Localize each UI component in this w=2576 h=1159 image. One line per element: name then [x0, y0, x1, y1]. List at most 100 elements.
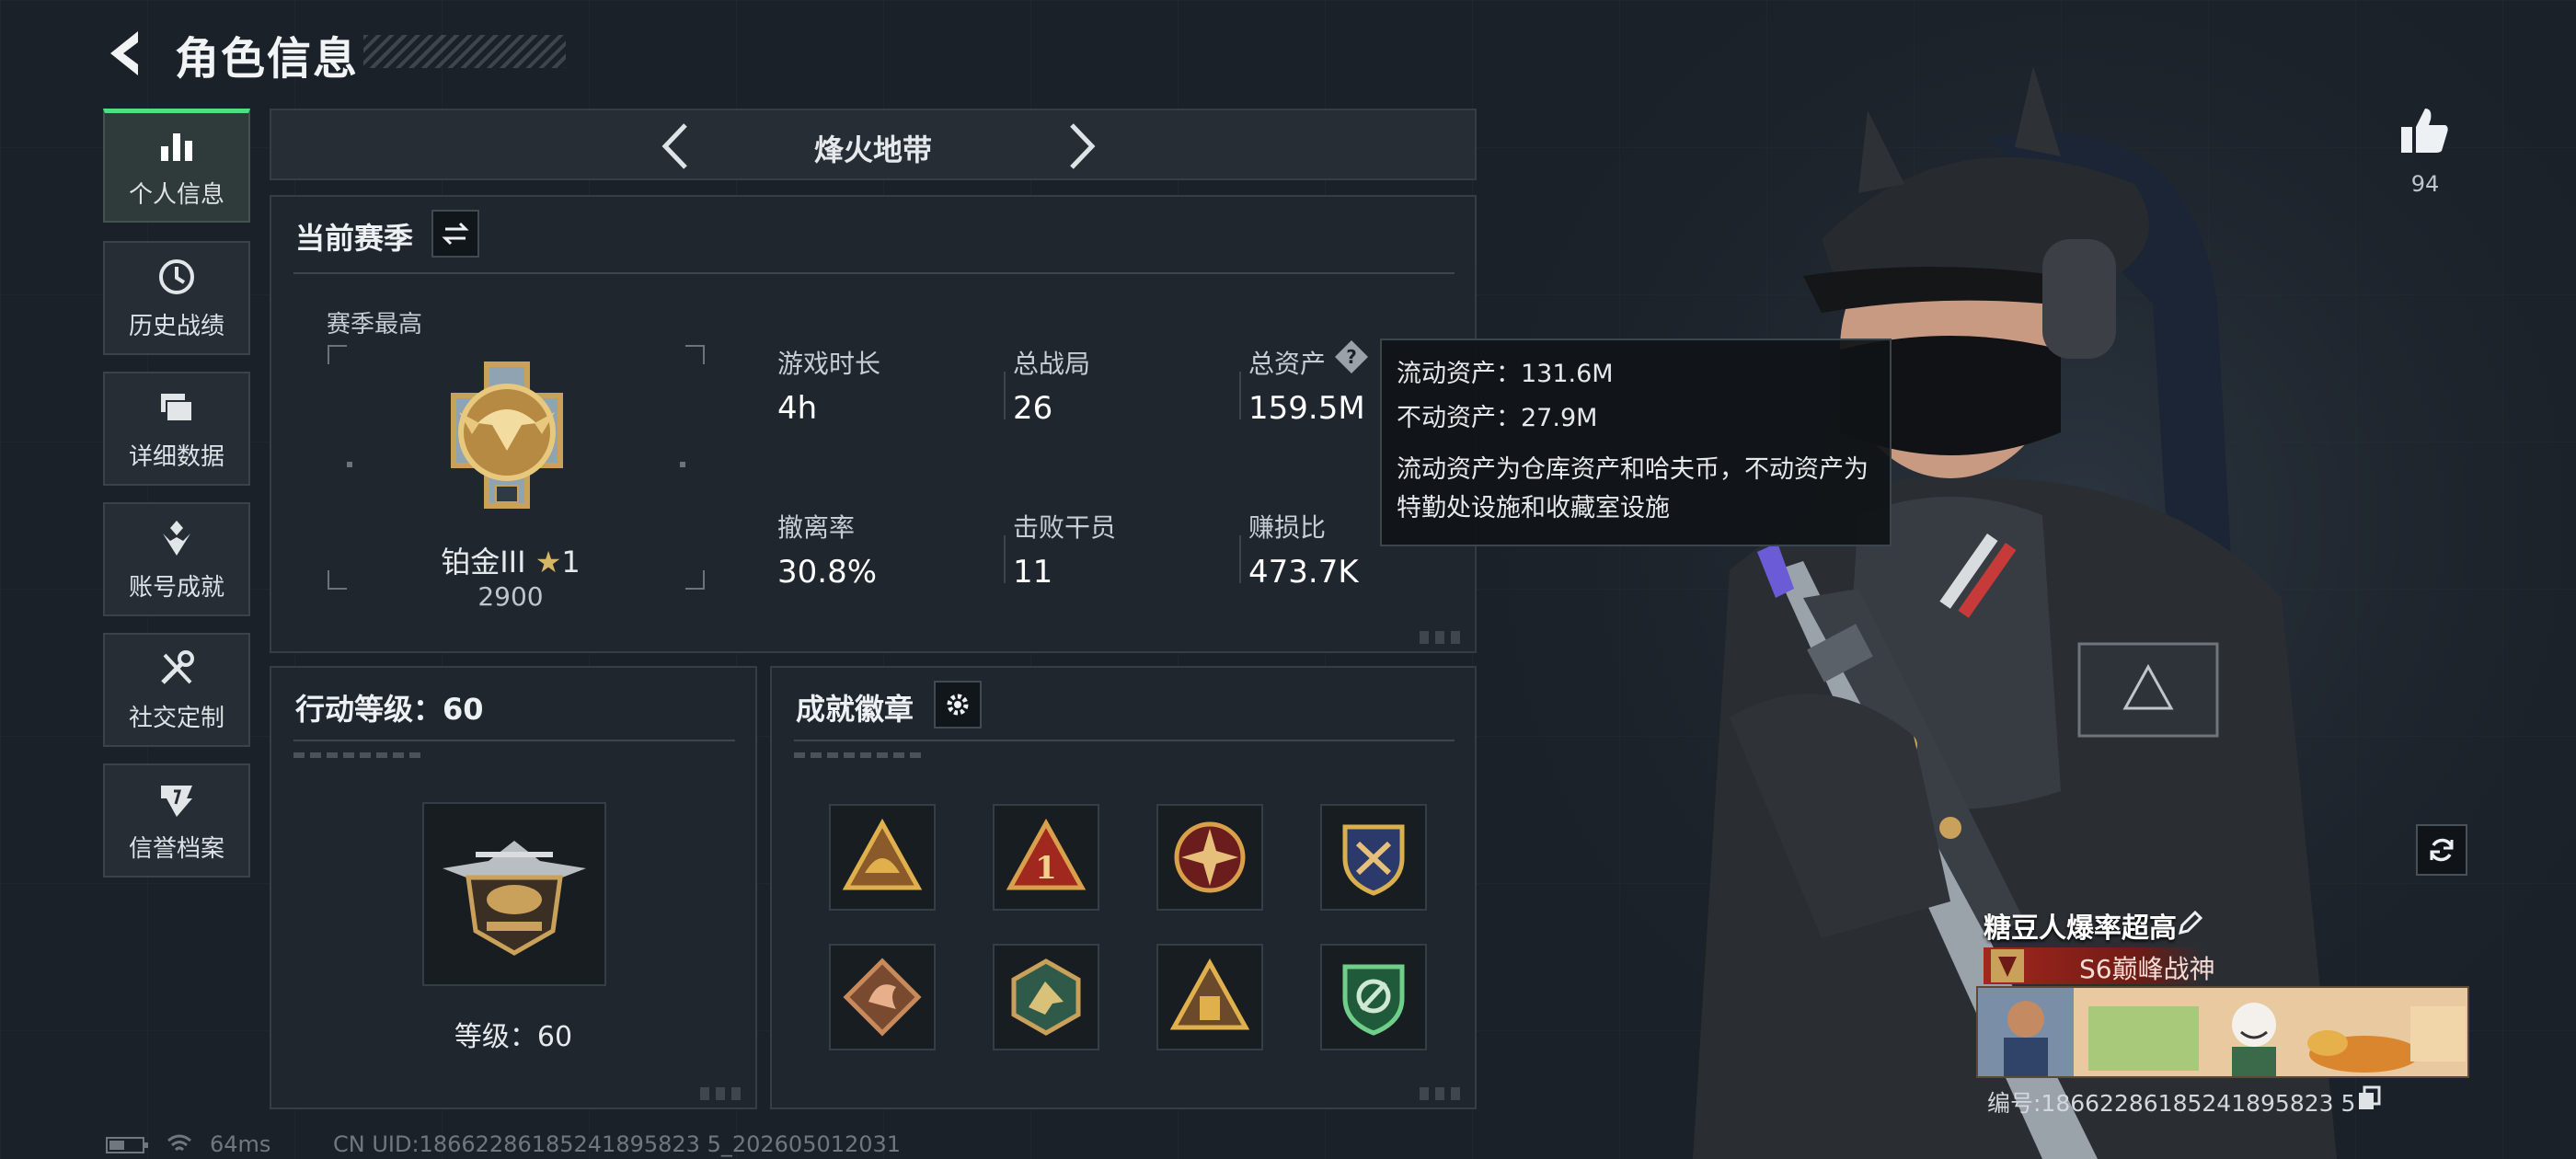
- badge-slot[interactable]: [829, 944, 936, 1050]
- tooltip-liquid-assets: 流动资产：131.6M: [1397, 360, 1614, 388]
- page-title: 角色信息: [175, 33, 360, 85]
- credit-icon: [161, 785, 192, 817]
- nav-label: 社交定制: [128, 704, 224, 732]
- corner-decoration: [700, 1087, 746, 1100]
- stat-label: 赚损比: [1248, 512, 1327, 543]
- chevron-right-icon[interactable]: [1053, 120, 1105, 173]
- wifi-icon: [167, 1134, 191, 1152]
- folder-icon: [161, 393, 193, 422]
- rank-stars: 1: [561, 545, 581, 580]
- star-icon: ★: [535, 545, 562, 580]
- nav-item-detailed-data[interactable]: 详细数据: [103, 372, 250, 486]
- green-shield-badge-icon: [1342, 964, 1405, 1036]
- divider-decoration: [293, 752, 422, 758]
- shield-badge-icon: [1342, 824, 1405, 896]
- badges-title: 成就徽章: [796, 692, 914, 727]
- corner-decoration: [1420, 631, 1466, 644]
- title-decoration: [363, 35, 566, 68]
- stat-label: 总战局: [1013, 349, 1091, 379]
- stat-separator: [1004, 372, 1006, 419]
- number-one-badge-icon: 1: [1006, 818, 1087, 890]
- badge-slot[interactable]: [1320, 944, 1427, 1050]
- clock-icon: [159, 258, 194, 294]
- rank-info: 铂金III ★1: [400, 539, 621, 581]
- nav-label: 个人信息: [128, 181, 224, 209]
- divider: [794, 740, 1455, 741]
- uid-text: CN UID:18662286185241895823 5_2026050120…: [333, 1131, 902, 1157]
- helmet-badge-icon: [842, 818, 923, 890]
- nav-item-achievements[interactable]: 账号成就: [103, 502, 250, 616]
- like-count: 94: [2410, 171, 2440, 197]
- refresh-icon: [2430, 838, 2454, 862]
- stat-separator: [1239, 535, 1241, 583]
- badge-slot[interactable]: [829, 804, 936, 911]
- badge-slot[interactable]: [1156, 804, 1263, 911]
- assets-tooltip: 流动资产：131.6M 不动资产：27.9M 流动资产为仓库资产和哈夫币，不动资…: [1380, 339, 1892, 546]
- swap-icon: [442, 222, 469, 246]
- divider-decoration: [794, 752, 923, 758]
- badge-slot[interactable]: [993, 944, 1099, 1050]
- season-best-label: 赛季最高: [327, 311, 423, 339]
- helicopter-badge-icon: [443, 841, 586, 956]
- stat-separator: [1004, 535, 1006, 583]
- stat-value: 473.7K: [1248, 554, 1359, 591]
- achievement-icon: [163, 520, 190, 556]
- rank-points: 2900: [477, 581, 544, 612]
- action-level-panel: 行动等级：60 等级：60: [270, 666, 757, 1109]
- stat-value: 159.5M: [1248, 390, 1365, 427]
- action-level-badge-frame: [422, 802, 606, 986]
- stat-label: 击败干员: [1013, 512, 1117, 543]
- rank-name: 铂金III: [441, 545, 526, 580]
- badge-slot[interactable]: [1320, 804, 1427, 911]
- nav-item-credit[interactable]: 信誉档案: [103, 763, 250, 878]
- stat-value: 30.8%: [777, 554, 878, 591]
- tooltip-fixed-assets: 不动资产：27.9M: [1397, 404, 1598, 432]
- back-arrow-icon[interactable]: [101, 26, 156, 81]
- thumbs-up-icon[interactable]: [2398, 103, 2453, 158]
- season-panel: 当前赛季 赛季最高 铂金III ★1 2900 游戏时长 4h 总战局 26 总…: [270, 195, 1477, 653]
- rank-medal-icon: [451, 361, 563, 509]
- edit-icon[interactable]: [2175, 907, 2206, 938]
- stat-label: 游戏时长: [777, 349, 881, 379]
- mode-title: 烽火地带: [813, 132, 932, 167]
- action-level-title: 行动等级：60: [295, 692, 484, 727]
- gear-icon: [947, 694, 969, 716]
- corner-decoration: [1420, 1087, 1466, 1100]
- stat-value: 26: [1013, 390, 1053, 427]
- nav-item-personal-info[interactable]: 个人信息: [103, 109, 250, 223]
- svg-text:1: 1: [1035, 850, 1057, 887]
- achievement-badges-panel: 成就徽章 1: [770, 666, 1477, 1109]
- player-title: S6巅峰战神: [2079, 954, 2215, 984]
- player-banner[interactable]: [1976, 986, 2469, 1078]
- title-emblem-icon: [1991, 949, 2024, 982]
- battery-icon: [106, 1137, 148, 1153]
- nav-label: 信誉档案: [128, 834, 224, 863]
- help-icon[interactable]: ?: [1333, 339, 1370, 375]
- badge-settings-button[interactable]: [934, 681, 982, 729]
- tooltip-description: 流动资产为仓库资产和哈夫币，不动资产为特勤处设施和收藏室设施: [1397, 455, 1869, 522]
- bar-chart-icon: [161, 133, 192, 161]
- hexagon-badge-icon: [1011, 958, 1081, 1036]
- nav-item-history[interactable]: 历史战绩: [103, 241, 250, 355]
- player-name: 糖豆人爆率超高: [1984, 912, 2177, 945]
- nav-item-social[interactable]: 社交定制: [103, 633, 250, 747]
- season-title: 当前赛季: [295, 221, 414, 256]
- nav-label: 账号成就: [128, 573, 224, 602]
- season-switch-button[interactable]: [431, 210, 479, 258]
- stat-separator: [1239, 372, 1241, 419]
- nav-label: 详细数据: [128, 442, 224, 471]
- stat-label: 撤离率: [777, 512, 856, 543]
- banner-illustration: [1978, 988, 2467, 1076]
- mode-selector: 烽火地带: [270, 109, 1477, 180]
- ping: 64ms: [210, 1131, 271, 1157]
- dragon-badge-icon: [843, 958, 922, 1037]
- badge-slot[interactable]: [1156, 944, 1263, 1050]
- copy-icon[interactable]: [2355, 1085, 2383, 1113]
- refresh-button[interactable]: [2416, 824, 2467, 876]
- divider: [293, 272, 1455, 274]
- cross-badge-icon: [1174, 821, 1246, 893]
- divider: [293, 740, 735, 741]
- player-id: 编号:18662286185241895823 5: [1987, 1090, 2356, 1117]
- stat-value: 11: [1013, 554, 1053, 591]
- badge-slot[interactable]: 1: [993, 804, 1099, 911]
